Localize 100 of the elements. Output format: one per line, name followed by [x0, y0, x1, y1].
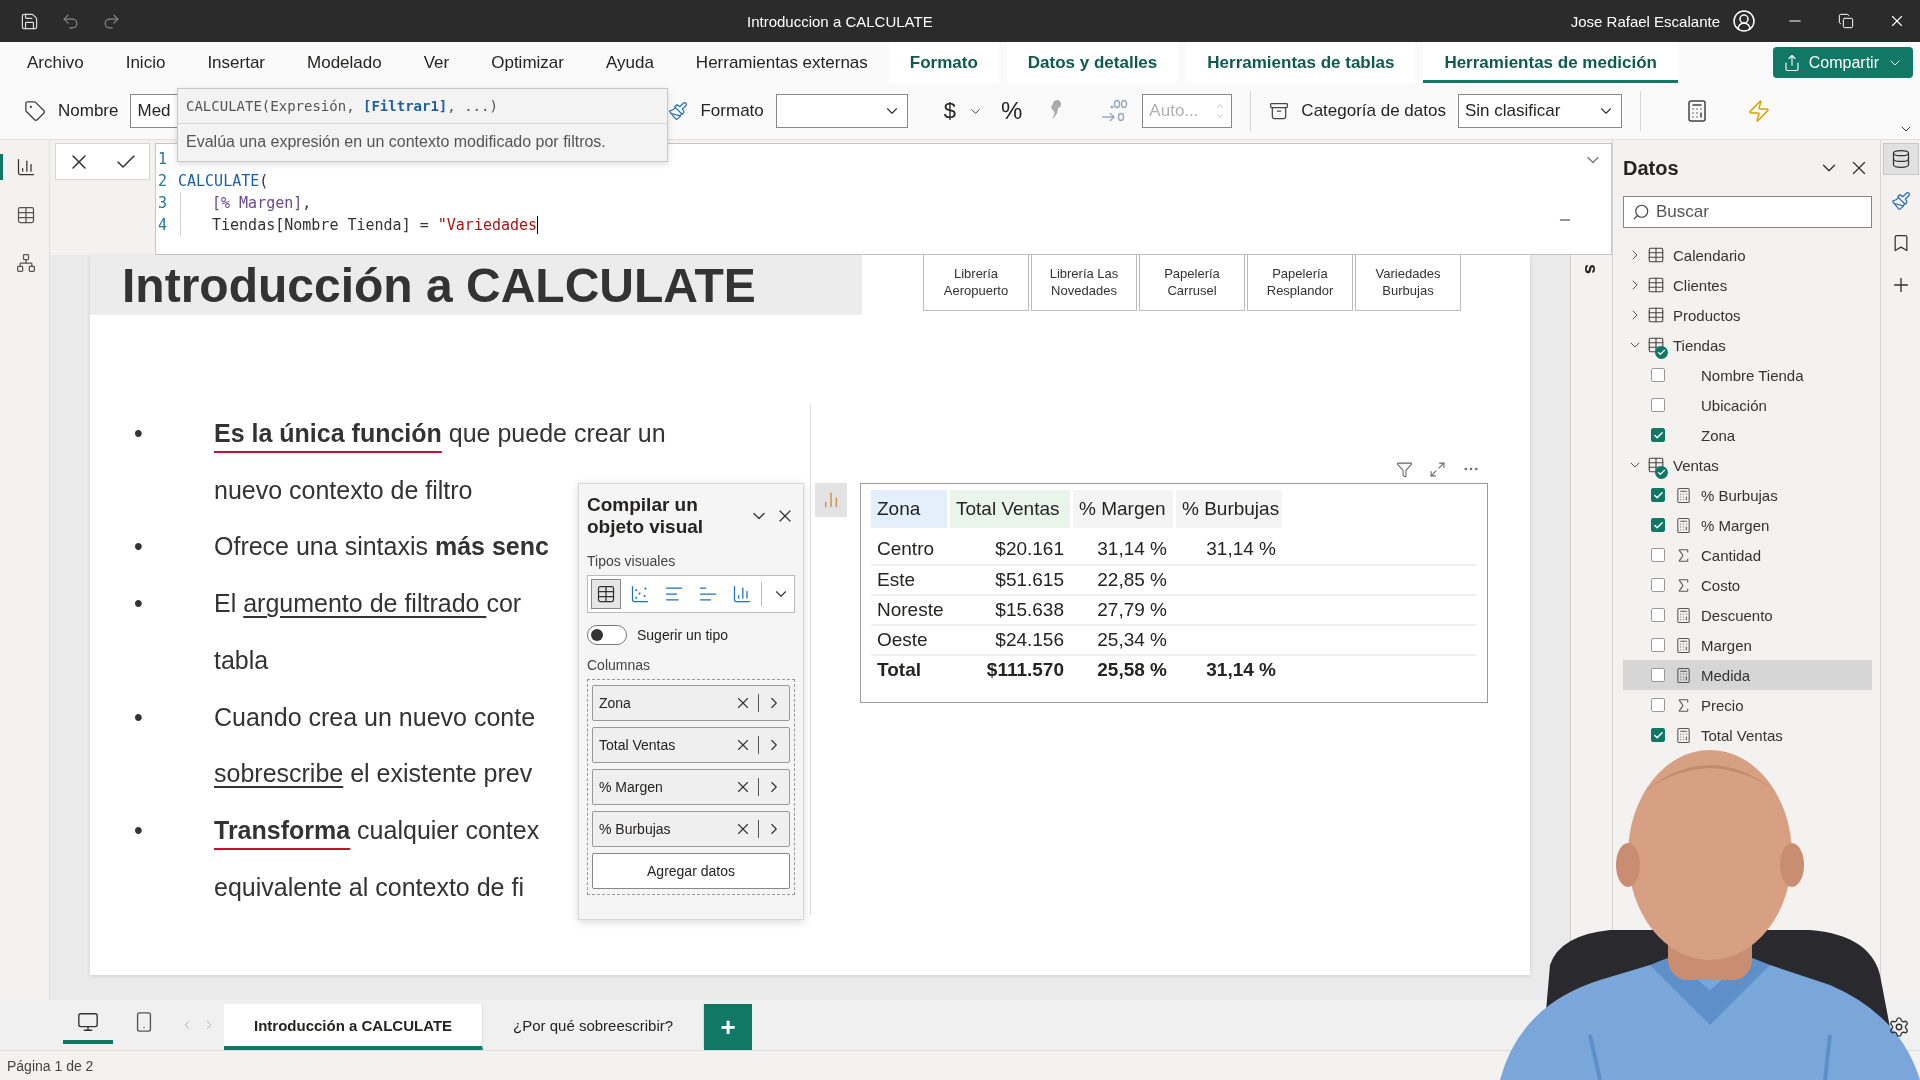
calculator-icon	[1675, 606, 1692, 624]
slicer-button[interactable]: Papelería Carrusel	[1139, 255, 1245, 311]
percent-button[interactable]: %	[1001, 97, 1023, 125]
section-label: Tipos visuales	[587, 552, 677, 569]
line-number: 2	[157, 172, 169, 190]
checkbox[interactable]	[1651, 518, 1665, 532]
menu-tab[interactable]: Modelado	[286, 42, 403, 83]
field-item[interactable]: Precio	[1623, 690, 1872, 720]
slicer-button[interactable]: Papelería Resplandor	[1247, 255, 1353, 311]
checkbox[interactable]	[1651, 488, 1665, 502]
table-item[interactable]: Clientes	[1623, 270, 1872, 300]
menu-tab[interactable]: Ayuda	[584, 42, 675, 83]
field-item[interactable]: Medida	[1623, 660, 1872, 690]
column-header[interactable]: Zona	[871, 490, 947, 528]
table-item[interactable]: Tiendas	[1623, 330, 1872, 360]
search-field[interactable]: Buscar	[1623, 196, 1872, 228]
table-cell: Centro	[877, 538, 935, 560]
field-item[interactable]: Cantidad	[1623, 540, 1872, 570]
bullet-text: Transforma cualquier contex	[214, 814, 540, 846]
table-visual-icon[interactable]	[596, 583, 616, 604]
field-item[interactable]: Margen	[1623, 630, 1872, 660]
search-icon	[1632, 203, 1650, 221]
slicer-button[interactable]: Librería Aeropuerto	[923, 255, 1029, 311]
report-view-icon[interactable]	[16, 157, 36, 177]
table-view-icon[interactable]	[16, 205, 36, 225]
user-name: Jose Rafael Escalante	[1570, 12, 1720, 30]
restore-icon[interactable]	[1838, 13, 1854, 29]
checkbox[interactable]	[1651, 548, 1665, 562]
menu-tab[interactable]: Optimizar	[470, 42, 585, 83]
checkbox[interactable]	[1651, 638, 1665, 652]
format-label: Formato	[700, 101, 764, 121]
share-button[interactable]: Compartir	[1772, 47, 1913, 78]
field-well[interactable]: % Margen	[592, 768, 790, 805]
menu-tab[interactable]: Datos y detalles	[1006, 42, 1179, 83]
filter-icon[interactable]	[1396, 460, 1413, 478]
bullet: •	[134, 701, 144, 733]
menu-tab[interactable]: Formato	[888, 42, 999, 83]
account-icon[interactable]	[1732, 9, 1756, 33]
scatter-chart-icon[interactable]	[630, 583, 650, 604]
filters-pane-label[interactable]: s	[1581, 264, 1602, 274]
bullet: •	[134, 418, 144, 449]
line-number: 4	[157, 216, 169, 234]
table-cell: 31,14 %	[1206, 538, 1276, 560]
menu-tab[interactable]: Herramientas de medición	[1423, 42, 1678, 83]
table-item[interactable]: Calendario	[1623, 240, 1872, 270]
checkbox[interactable]	[1651, 608, 1665, 622]
field-item[interactable]: % Burbujas	[1623, 480, 1872, 510]
field-item[interactable]: Costo	[1623, 570, 1872, 600]
add-data-button[interactable]: Agregar datos	[592, 852, 790, 889]
menu-tab[interactable]: Insertar	[186, 42, 286, 83]
table-item[interactable]: Productos	[1623, 300, 1872, 330]
currency-button[interactable]: $	[943, 98, 956, 124]
menu-tab[interactable]: Inicio	[104, 42, 187, 83]
calculator-icon	[1675, 666, 1692, 684]
field-item[interactable]: Descuento	[1623, 600, 1872, 630]
checkbox[interactable]	[1651, 428, 1665, 442]
field-item[interactable]: % Margen	[1623, 510, 1872, 540]
focus-mode-icon[interactable]	[1429, 460, 1446, 478]
field-well[interactable]: % Burbujas	[592, 810, 790, 847]
menu-tab[interactable]: Archivo	[6, 42, 105, 83]
bullet-text: nuevo contexto de filtro	[214, 474, 473, 506]
menu-tab[interactable]: Herramientas externas	[674, 42, 889, 83]
field-item[interactable]: Zona	[1623, 420, 1872, 450]
format-dropdown[interactable]	[775, 94, 908, 128]
text-caret	[537, 216, 539, 234]
page-tab[interactable]: Introducción a CALCULATE	[224, 1004, 484, 1050]
checkbox[interactable]	[1651, 698, 1665, 712]
save-icon[interactable]	[20, 11, 39, 31]
format-pane-icon[interactable]	[1890, 191, 1911, 211]
table-visual[interactable]: Zona Total Ventas % Margen % Burbujas Centro $20.161 31,14 % 31,14 % Este $51.615 22,85 % Noreste $15.638 27,79 % Oeste $24.156 25,34 % Total $111.570 25,58 % 31,14 %	[860, 483, 1488, 703]
column-header[interactable]: Total Ventas	[950, 490, 1070, 528]
menu-tab[interactable]: Ver	[402, 42, 471, 83]
table-item[interactable]: Ventas	[1623, 450, 1872, 480]
checkbox[interactable]	[1651, 398, 1665, 412]
table-cell: 25,34 %	[1097, 629, 1167, 651]
desktop-layout-icon[interactable]	[77, 1011, 99, 1033]
column-chart-icon[interactable]	[732, 583, 752, 604]
add-page-button[interactable]: +	[704, 1004, 753, 1050]
table-cell: 27,79 %	[1097, 599, 1167, 621]
toggle-switch[interactable]	[587, 624, 627, 645]
slicer-button[interactable]: Librería Las Novedades	[1031, 255, 1137, 311]
slicer-button[interactable]: Variedades Burbujas	[1355, 255, 1461, 311]
checkbox[interactable]	[1651, 668, 1665, 682]
column-header[interactable]: % Burbujas	[1176, 490, 1282, 528]
field-item[interactable]: Ubicación	[1623, 390, 1872, 420]
checkbox[interactable]	[1651, 578, 1665, 592]
model-view-icon[interactable]	[16, 253, 36, 273]
data-pane-icon[interactable]	[1890, 149, 1911, 169]
field-well[interactable]: Zona	[592, 684, 790, 721]
category-icon	[1269, 101, 1290, 121]
settings-icon[interactable]	[1888, 1016, 1910, 1038]
field-well[interactable]: Total Ventas	[592, 726, 790, 763]
checkbox[interactable]	[1651, 368, 1665, 382]
category-dropdown[interactable]: Sin clasificar	[1457, 94, 1622, 128]
checkbox[interactable]	[1651, 728, 1665, 742]
menu-tab[interactable]: Herramientas de tablas	[1186, 42, 1416, 83]
column-header[interactable]: % Margen	[1073, 490, 1173, 528]
field-item[interactable]: Total Ventas	[1623, 720, 1872, 750]
field-item[interactable]: Nombre Tienda	[1623, 360, 1872, 390]
line-number: 3	[157, 194, 169, 212]
